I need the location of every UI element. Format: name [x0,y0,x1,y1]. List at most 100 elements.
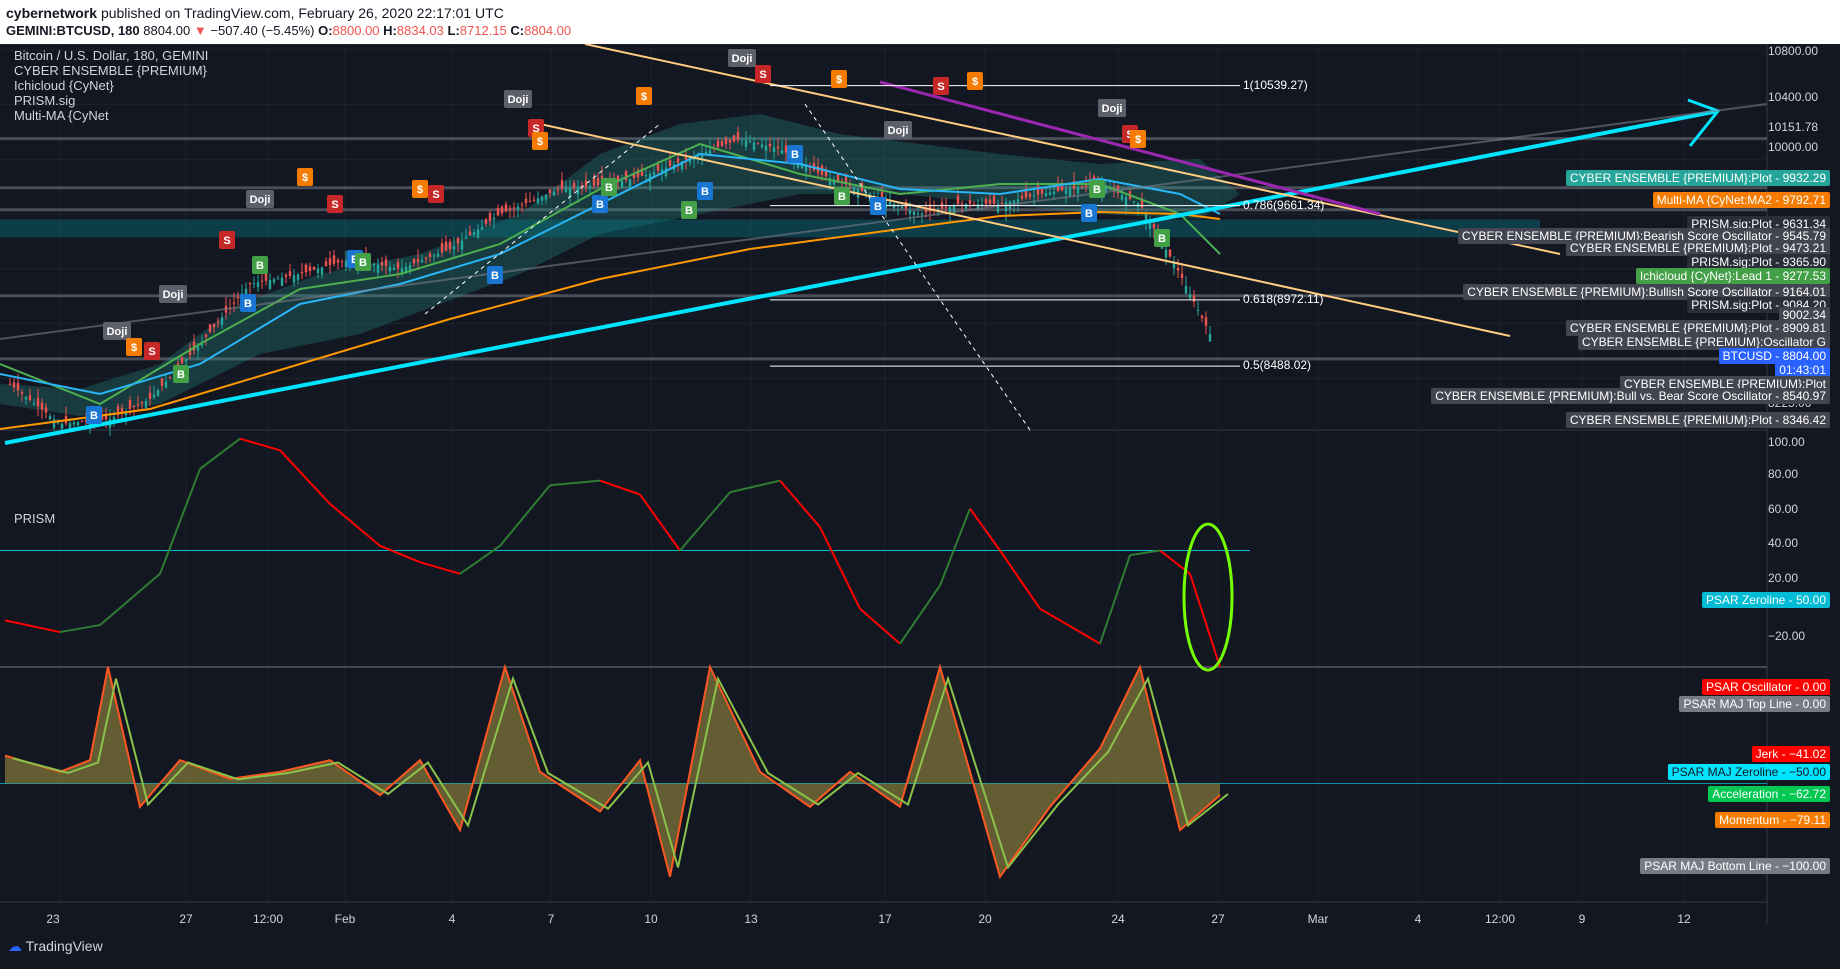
prism-tick: 20.00 [1768,571,1799,585]
legend-title[interactable]: Bitcoin / U.S. Dollar, 180, GEMINI [14,48,208,63]
dollar-signal-marker[interactable]: $ [636,87,652,105]
sell-signal-marker[interactable]: S [428,185,444,203]
signal-marker-text: Doji [888,125,909,137]
buy-signal-marker[interactable]: B [787,145,803,163]
dollar-signal-marker[interactable]: $ [967,72,983,90]
doji-signal-marker[interactable]: Doji [246,190,274,208]
price-tick: 10151.78 [1768,120,1819,134]
prism-label: PSAR MAJ Zeroline - −50.00 [1667,764,1830,780]
legend-item-prism-sig[interactable]: PRISM.sig [14,93,208,108]
price-label: Multi-MA {CyNet:MA2 - 9792.71 [1652,192,1830,208]
buy-signal-marker[interactable]: B [487,266,503,284]
signal-marker-text: B [359,257,367,269]
signal-marker-text: S [937,81,944,93]
buy-signal-marker[interactable]: B [834,187,850,205]
publish-header: cybernetwork published on TradingView.co… [0,0,1840,44]
prism-pane-title[interactable]: PRISM [14,511,55,526]
prism-label: PSAR Oscillator - 0.00 [1701,679,1830,695]
signal-marker-text: B [874,201,882,213]
doji-signal-marker[interactable]: Doji [728,49,756,67]
buy-signal-marker[interactable]: B [355,253,371,271]
fib-level-label: 0.5(8488.02) [1243,358,1312,373]
signal-marker-text: Doji [107,326,128,338]
prism-label: PSAR MAJ Top Line - 0.00 [1679,696,1830,712]
signal-marker-text: $ [641,91,647,103]
signal-marker-text: Doji [250,194,271,206]
signal-marker-text: B [90,410,98,422]
prism-pane[interactable] [0,437,1767,879]
signal-marker-text: B [1093,184,1101,196]
price-tick: 10800.00 [1768,44,1819,58]
legend-item-multi-ma[interactable]: Multi-MA {CyNet [14,108,208,123]
doji-signal-marker[interactable]: Doji [504,90,532,108]
buy-signal-marker[interactable]: B [240,294,256,312]
prism-tick: 100.00 [1768,435,1805,449]
dollar-signal-marker[interactable]: $ [1130,130,1146,148]
prism-label: Acceleration - −62.72 [1708,786,1830,802]
buy-signal-marker[interactable]: B [252,256,268,274]
buy-signal-marker[interactable]: B [870,197,886,215]
legend-item-ichicloud[interactable]: Ichicloud {CyNet} [14,78,208,93]
signal-marker-text: $ [417,184,423,196]
chart-canvas[interactable]: DojiDojiDojiDojiDojiDojiDojiSSSSSSSS$$$$… [0,44,1840,924]
dollar-signal-marker[interactable]: $ [297,168,313,186]
signal-marker-text: S [759,69,766,81]
signal-marker-text: B [1158,233,1166,245]
price-label: CYBER ENSEMBLE {PREMIUM}:Plot - 8346.42 [1565,412,1830,428]
dollar-signal-marker[interactable]: $ [412,180,428,198]
dollar-signal-marker[interactable]: $ [831,70,847,88]
close-value: 8804.00 [524,23,572,38]
legend-item-cyber-ensemble[interactable]: CYBER ENSEMBLE {PREMIUM} [14,63,208,78]
doji-signal-marker[interactable]: Doji [103,322,131,340]
price-label: CYBER ENSEMBLE {PREMIUM}:Plot - 9932.29 [1565,170,1830,186]
buy-signal-marker[interactable]: B [1154,229,1170,247]
author-name[interactable]: cybernetwork [6,5,97,21]
doji-signal-marker[interactable]: Doji [159,285,187,303]
signal-marker-text: B [177,369,185,381]
signal-marker-text: S [331,199,338,211]
symbol-label: GEMINI:BTCUSD, 180 [6,23,140,38]
close-label: C: [510,23,525,38]
sell-signal-marker[interactable]: S [327,195,343,213]
high-value: 8834.03 [396,23,444,38]
signal-marker-text: B [701,186,709,198]
dollar-signal-marker[interactable]: $ [126,338,142,356]
signal-marker-text: $ [537,136,543,148]
signal-marker-text: B [256,260,264,272]
buy-signal-marker[interactable]: B [1081,204,1097,222]
prism-label: PSAR Zeroline - 50.00 [1701,592,1830,608]
fib-level-label: 0.786(9661.34) [1243,197,1325,212]
sell-signal-marker[interactable]: S [144,342,160,360]
buy-signal-marker[interactable]: B [681,201,697,219]
high-label: H: [383,23,397,38]
publish-info: published on TradingView.com, February 2… [100,5,504,21]
buy-signal-marker[interactable]: B [697,182,713,200]
buy-signal-marker[interactable]: B [1089,180,1105,198]
signal-marker-text: B [491,270,499,282]
signal-marker-text: B [605,182,613,194]
buy-signal-marker[interactable]: B [601,178,617,196]
buy-signal-marker[interactable]: B [173,365,189,383]
buy-signal-marker[interactable]: B [86,406,102,424]
chart-area[interactable]: DojiDojiDojiDojiDojiDojiDojiSSSSSSSS$$$$… [0,44,1840,926]
price-label: CYBER ENSEMBLE {PREMIUM}:Bull vs. Bear S… [1431,388,1830,404]
signal-marker-text: B [596,199,604,211]
tradingview-logo[interactable]: ☁ TradingView [8,938,103,955]
sell-signal-marker[interactable]: S [219,231,235,249]
doji-signal-marker[interactable]: Doji [1098,99,1126,117]
signal-marker-text: B [838,191,846,203]
prism-label: Jerk - −41.02 [1751,746,1830,762]
doji-signal-marker[interactable]: Doji [884,121,912,139]
buy-signal-marker[interactable]: B [592,195,608,213]
prism-label: Momentum - −79.11 [1715,812,1830,828]
signal-marker-text: B [685,205,693,217]
fib-level-label: 1(10539.27) [1243,77,1308,92]
price-change: −507.40 (−5.45%) [210,23,315,38]
sell-signal-marker[interactable]: S [755,65,771,83]
price-label: Ichicloud {CyNet}:Lead 1 - 9277.53 [1635,268,1830,284]
dollar-signal-marker[interactable]: $ [532,132,548,150]
sell-signal-marker[interactable]: S [933,77,949,95]
cloud-icon: ☁ [8,938,22,954]
price-tick: 10000.00 [1768,140,1819,154]
signal-marker-text: $ [1135,134,1141,146]
